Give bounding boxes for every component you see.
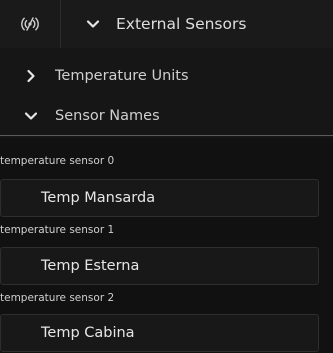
sensor-1-label: temperature sensor 1: [0, 224, 115, 236]
section-divider: [0, 135, 333, 136]
panel-header: External Sensors: [0, 0, 333, 48]
panel-title: External Sensors: [116, 15, 247, 33]
external-sensors-panel: External Sensors Temperature Units Senso…: [0, 0, 333, 353]
sensor-1-name-input[interactable]: Temp Esterna: [0, 247, 319, 285]
sensor-0-name-input[interactable]: Temp Mansarda: [0, 179, 319, 217]
sensor-2-label: temperature sensor 2: [0, 292, 115, 304]
chevron-right-icon: [19, 64, 43, 88]
chevron-down-icon: [19, 104, 43, 128]
sensor-names-label: Sensor Names: [55, 108, 160, 124]
sensor-names-toggle[interactable]: Sensor Names: [0, 96, 333, 136]
subsections: Temperature Units Sensor Names: [0, 48, 333, 138]
external-sensors-toggle[interactable]: External Sensors: [60, 0, 333, 48]
sensor-waves-icon: [20, 14, 40, 34]
sensor-0-label: temperature sensor 0: [0, 155, 115, 167]
chevron-down-icon: [81, 12, 105, 36]
sensor-icon-button[interactable]: [0, 0, 60, 48]
sensor-2-name-input[interactable]: Temp Cabina: [0, 314, 319, 352]
temperature-units-toggle[interactable]: Temperature Units: [0, 56, 333, 96]
temperature-units-label: Temperature Units: [55, 68, 189, 84]
